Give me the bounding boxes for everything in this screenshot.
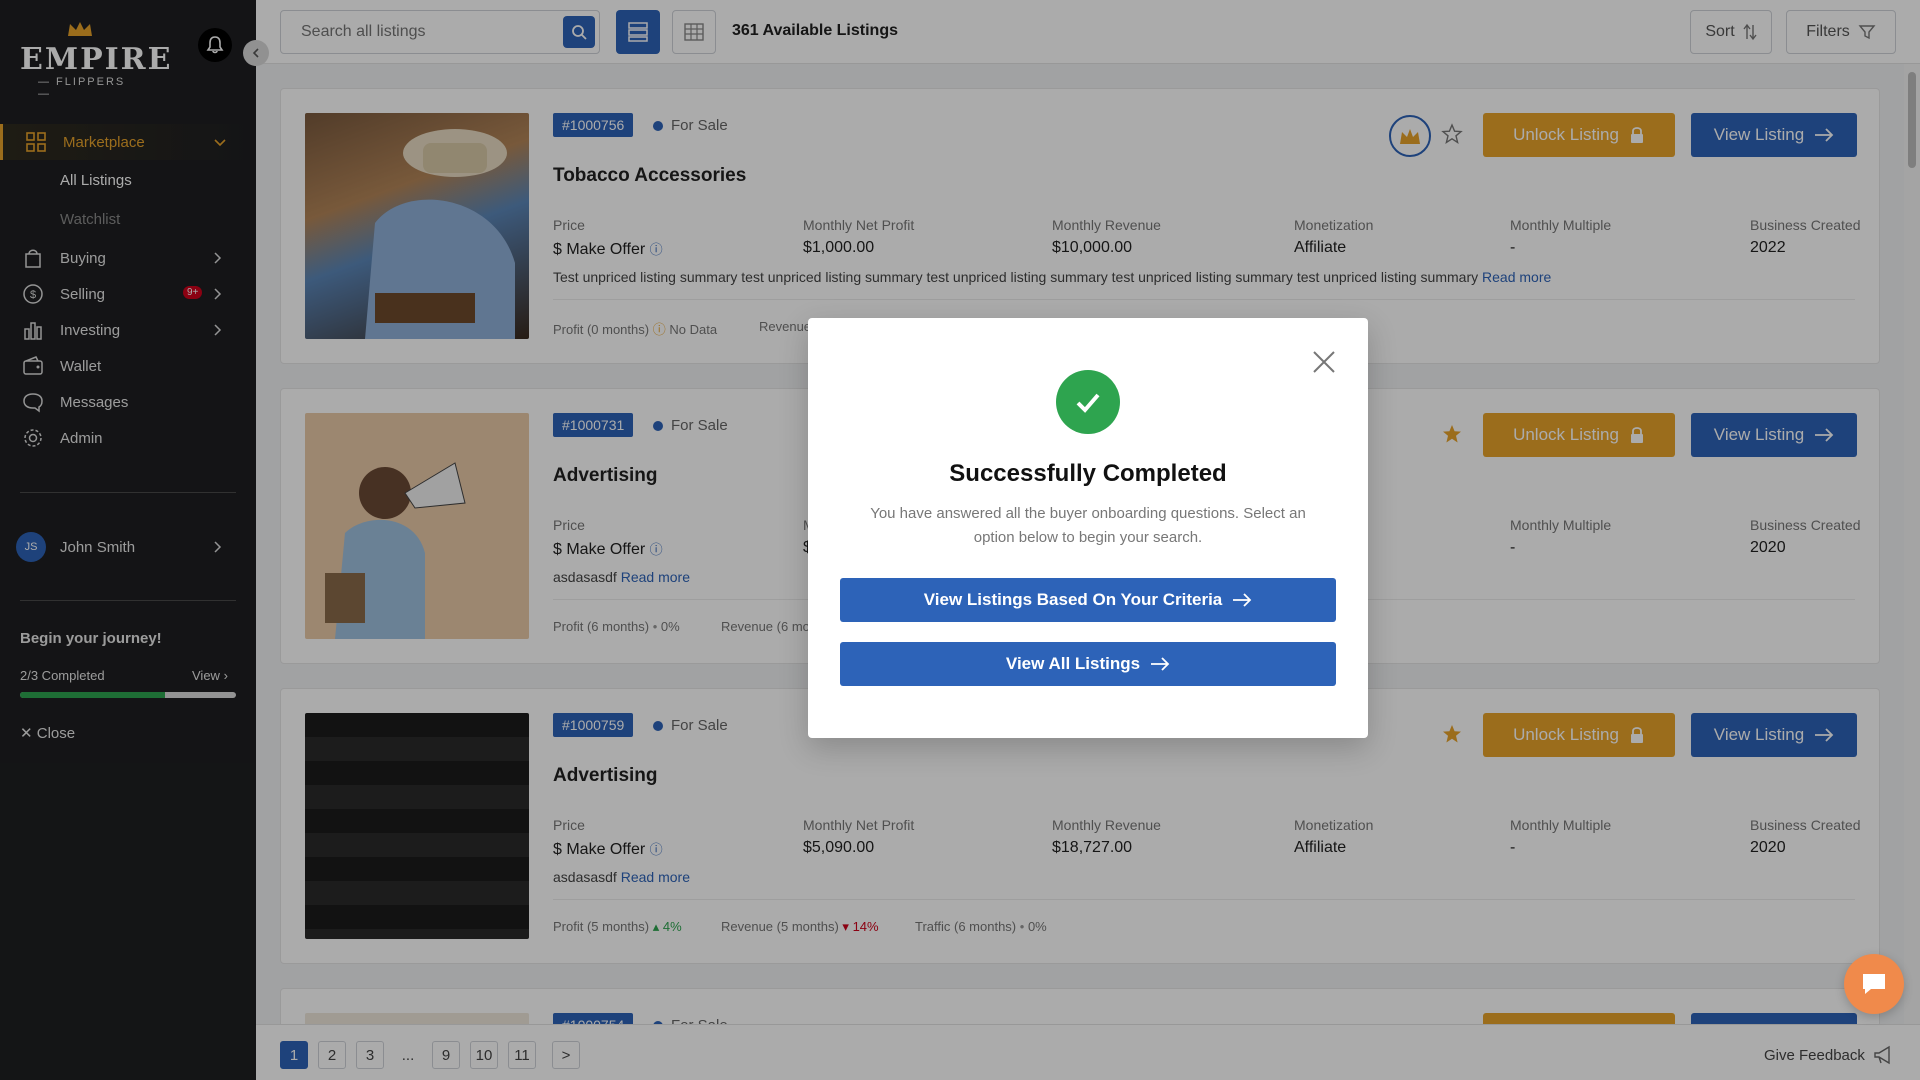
chat-icon xyxy=(1863,974,1885,994)
live-chat-button[interactable] xyxy=(1844,954,1904,1014)
success-modal: Successfully Completed You have answered… xyxy=(808,318,1368,738)
modal-title: Successfully Completed xyxy=(949,460,1227,487)
button-label: View Listings Based On Your Criteria xyxy=(923,590,1223,609)
success-check-icon xyxy=(1056,370,1120,434)
arrow-right-icon xyxy=(1233,593,1252,607)
arrow-right-icon xyxy=(1151,657,1170,671)
view-all-listings-button[interactable]: View All Listings xyxy=(840,642,1336,686)
close-icon[interactable] xyxy=(1310,348,1338,376)
modal-text: You have answered all the buyer onboardi… xyxy=(870,505,1306,546)
button-label: View All Listings xyxy=(1005,654,1141,673)
checkmark-icon xyxy=(1076,393,1100,413)
view-criteria-listings-button[interactable]: View Listings Based On Your Criteria xyxy=(840,578,1336,622)
